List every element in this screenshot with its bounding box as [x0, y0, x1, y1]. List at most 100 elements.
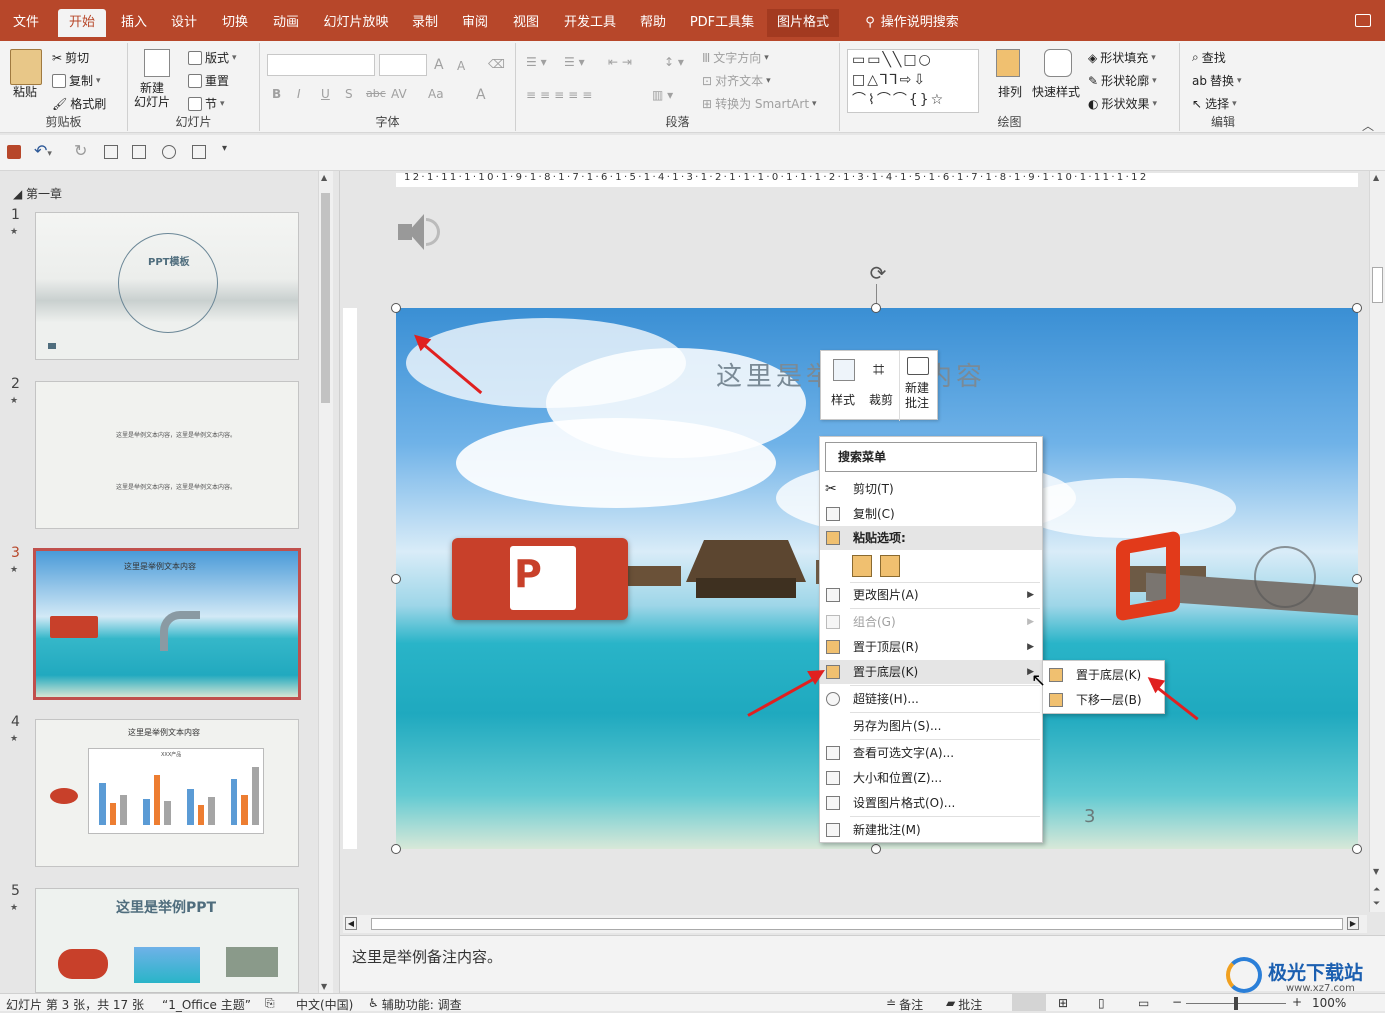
new-slide-icon[interactable]: [144, 49, 170, 77]
resize-handle-b[interactable]: [871, 844, 881, 854]
menu-alt-text[interactable]: 查看可选文字(A)...: [820, 741, 1042, 765]
font-size-field[interactable]: [379, 54, 427, 76]
menu-hyperlink[interactable]: 超链接(H)...: [820, 687, 1042, 711]
office-logo-image[interactable]: [1116, 530, 1180, 622]
menu-size-position[interactable]: 大小和位置(Z)...: [820, 766, 1042, 790]
text-direction-button[interactable]: Ⅲ 文字方向 ▾: [702, 49, 769, 66]
tab-picture-format[interactable]: 图片格式: [767, 9, 839, 37]
menu-bring-to-front[interactable]: 置于顶层(R) ▶: [820, 635, 1042, 659]
paste-icon[interactable]: [10, 49, 42, 85]
reading-view-icon[interactable]: ▯: [1098, 996, 1105, 1010]
collapse-ribbon-icon[interactable]: ︿: [1362, 117, 1374, 134]
menu-format-picture[interactable]: 设置图片格式(O)...: [820, 791, 1042, 815]
shape-fill-button[interactable]: ◈ 形状填充 ▾: [1088, 49, 1156, 66]
tab-design[interactable]: 设计: [164, 9, 204, 37]
new-comment-icon[interactable]: [907, 357, 929, 375]
section-button[interactable]: 节 ▾: [188, 95, 225, 112]
textbox-icon[interactable]: [132, 145, 146, 159]
slide-icon[interactable]: [104, 145, 118, 159]
shadow-button[interactable]: S: [345, 87, 353, 101]
accessibility-button[interactable]: ♿ 辅助功能: 调查: [368, 996, 462, 1013]
shapes-gallery[interactable]: ▭▭╲╲□○ □△⅂⅂⇨⇩ ⌒⌇⌒⌒{}☆: [847, 49, 979, 113]
scroll-thumb[interactable]: [321, 193, 330, 403]
layout-button[interactable]: 版式 ▾: [188, 49, 237, 66]
resize-handle-l[interactable]: [391, 574, 401, 584]
align-text-button[interactable]: ⊡ 对齐文本 ▾: [702, 72, 771, 89]
comments-icon[interactable]: [1355, 14, 1371, 27]
zoom-out-icon[interactable]: −: [1172, 995, 1182, 1009]
resize-handle-tl[interactable]: [391, 303, 401, 313]
slide-sorter-icon[interactable]: ⊞: [1058, 996, 1068, 1010]
notes-button[interactable]: ≐ 备注: [886, 996, 923, 1013]
quick-styles-button[interactable]: 快速样式: [1032, 83, 1080, 100]
menu-new-comment[interactable]: 新建批注(M): [820, 818, 1042, 842]
italic-button[interactable]: I: [297, 87, 301, 101]
zoom-level[interactable]: 100%: [1312, 996, 1346, 1010]
tab-pdf-tools[interactable]: PDF工具集: [684, 9, 760, 37]
tab-insert[interactable]: 插入: [114, 9, 154, 37]
paste-button[interactable]: 粘贴: [13, 83, 37, 100]
normal-view-icon[interactable]: [1012, 994, 1046, 1011]
slide-thumbnail-4[interactable]: 这里是举例文本内容 XXX产品: [35, 719, 299, 867]
resize-handle-bl[interactable]: [391, 844, 401, 854]
language-indicator[interactable]: 中文(中国): [296, 996, 353, 1013]
font-name-field[interactable]: [267, 54, 375, 76]
arrange-button[interactable]: 排列: [998, 83, 1022, 100]
tab-view[interactable]: 视图: [506, 9, 546, 37]
format-painter-button[interactable]: 🖌 格式刷: [52, 95, 106, 112]
crop-icon[interactable]: ⌗: [873, 357, 884, 381]
section-header[interactable]: ◢ 第一章: [13, 185, 62, 202]
scroll-up-icon[interactable]: ▲: [321, 173, 327, 182]
scroll-thumb[interactable]: [1372, 267, 1383, 303]
editor-horizontal-scrollbar[interactable]: ◀ ▶: [343, 915, 1367, 933]
columns-icon[interactable]: ▥ ▾: [652, 88, 673, 102]
search-menu-input[interactable]: 搜索菜单: [825, 442, 1037, 472]
thumbnail-scrollbar[interactable]: ▲ ▼: [318, 171, 333, 993]
tab-review[interactable]: 审阅: [455, 9, 495, 37]
next-slide-icon[interactable]: ⏷: [1373, 899, 1380, 909]
menu-change-picture[interactable]: 更改图片(A) ▶: [820, 583, 1042, 607]
cut-button[interactable]: ✂ 剪切: [52, 49, 89, 66]
zoom-in-icon[interactable]: +: [1292, 995, 1302, 1009]
resize-handle-r[interactable]: [1352, 574, 1362, 584]
change-case-button[interactable]: Aa: [428, 87, 444, 101]
scroll-down-icon[interactable]: ▼: [321, 982, 327, 991]
tab-animations[interactable]: 动画: [266, 9, 306, 37]
tab-home[interactable]: 开始: [58, 9, 106, 37]
tab-record[interactable]: 录制: [405, 9, 445, 37]
scroll-down-icon[interactable]: ▼: [1373, 867, 1379, 876]
font-color-button[interactable]: A: [476, 87, 486, 103]
zoom-slider-thumb[interactable]: [1234, 997, 1238, 1010]
comments-button[interactable]: ▰ 批注: [946, 996, 982, 1013]
style-button[interactable]: 样式: [831, 391, 855, 408]
style-icon[interactable]: [833, 359, 855, 381]
scroll-up-icon[interactable]: ▲: [1373, 173, 1379, 182]
tell-me-search[interactable]: ⚲ 操作说明搜索: [852, 9, 972, 37]
menu-group[interactable]: 组合(G) ▶: [820, 610, 1042, 634]
customize-qat-icon[interactable]: ▾: [222, 143, 227, 154]
present-icon[interactable]: [162, 145, 176, 159]
underline-button[interactable]: U: [321, 87, 330, 101]
find-button[interactable]: ⌕ 查找: [1192, 49, 1226, 66]
clear-format-icon[interactable]: ⌫: [488, 57, 505, 71]
select-button[interactable]: ↖ 选择 ▾: [1192, 95, 1237, 112]
bold-button[interactable]: B: [272, 87, 281, 101]
shrink-font-button[interactable]: A: [457, 59, 465, 73]
paste-picture-icon[interactable]: [880, 555, 900, 577]
scroll-thumb[interactable]: [371, 918, 1343, 930]
undo-icon[interactable]: ↶▾: [34, 141, 52, 160]
powerpoint-logo-image[interactable]: P: [452, 538, 628, 620]
arrange-icon[interactable]: [996, 49, 1020, 77]
tab-transitions[interactable]: 切换: [215, 9, 255, 37]
reset-button[interactable]: 重置: [188, 72, 229, 89]
line-spacing-icon[interactable]: ↕ ▾: [664, 55, 684, 69]
tab-developer[interactable]: 开发工具: [558, 9, 622, 37]
new-slide-button[interactable]: 新建 幻灯片: [134, 81, 170, 109]
rotate-handle-icon[interactable]: ⟳: [867, 262, 889, 284]
slide-thumbnail-2[interactable]: 这里是举例文本内容，这里是举例文本内容。 这里是举例文本内容，这里是举例文本内容…: [35, 381, 299, 529]
numbering-icon[interactable]: ☰ ▾: [564, 55, 585, 69]
notes-text[interactable]: 这里是举例备注内容。: [352, 946, 502, 967]
bullets-icon[interactable]: ☰ ▾: [526, 55, 547, 69]
menu-save-as-picture[interactable]: 另存为图片(S)...: [820, 714, 1042, 738]
shape-effects-button[interactable]: ◐ 形状效果 ▾: [1088, 95, 1157, 112]
